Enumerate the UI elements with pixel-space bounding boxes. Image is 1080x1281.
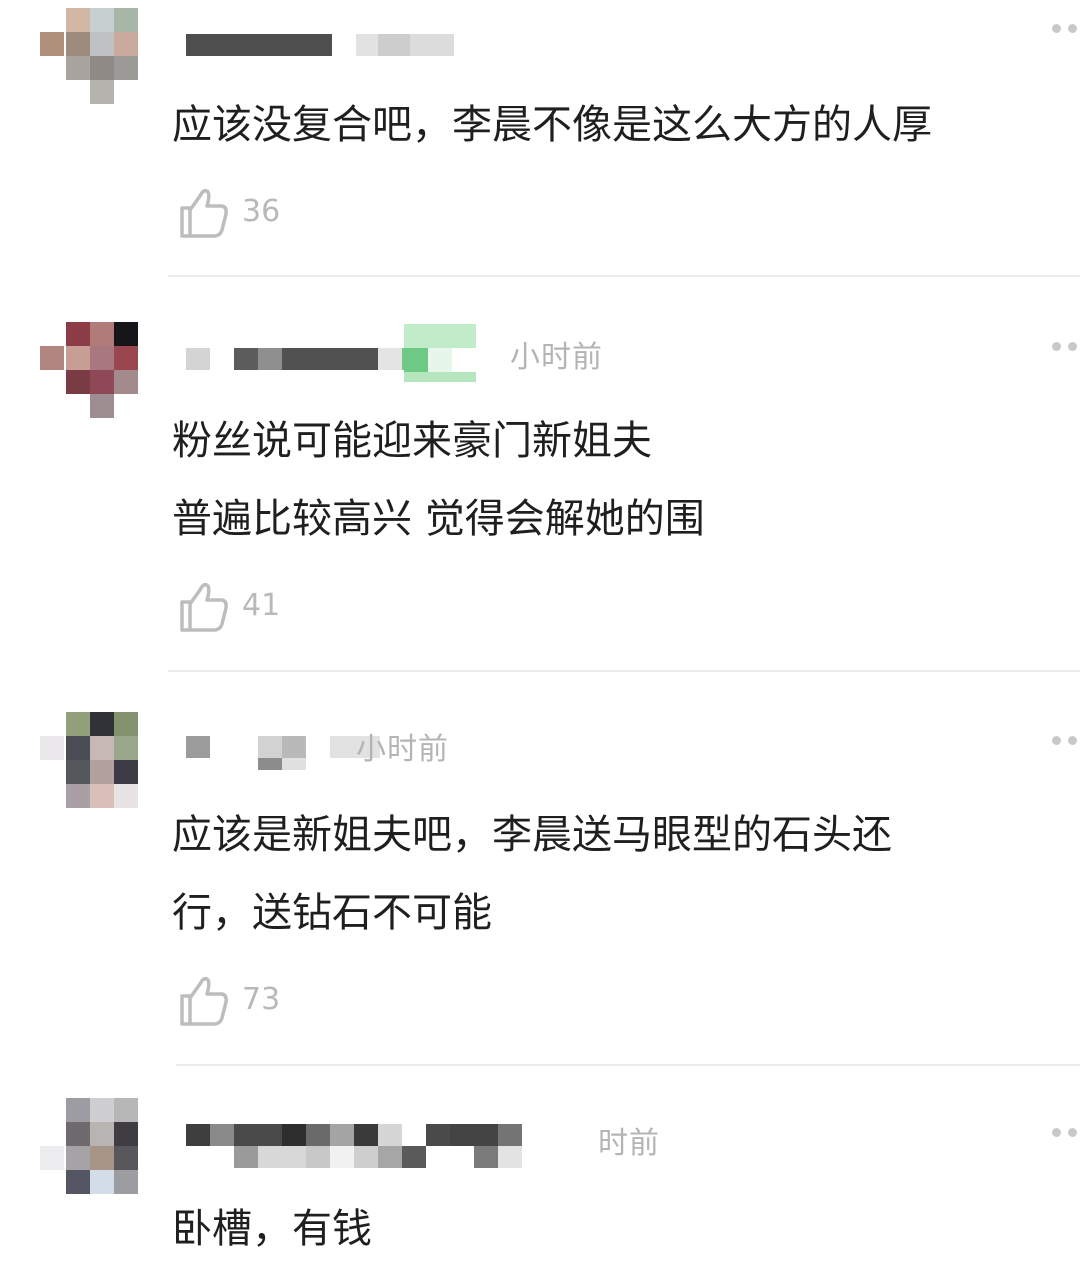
comment-text: 应该没复合吧，李晨不像是这么大方的人厚 — [172, 102, 932, 148]
divider — [168, 275, 1080, 277]
more-options-icon[interactable] — [1052, 24, 1080, 36]
like-button[interactable]: 41 — [176, 578, 316, 638]
like-button[interactable]: 36 — [176, 184, 316, 244]
like-count: 73 — [242, 982, 281, 1017]
divider — [168, 670, 1080, 672]
like-count: 41 — [242, 588, 281, 623]
thumbs-up-icon — [180, 188, 228, 238]
comment-text: 粉丝说可能迎来豪门新姐夫 普遍比较高兴 觉得会解她的围 — [172, 418, 705, 542]
username-redacted[interactable] — [186, 736, 336, 758]
comment-text: 卧槽，有钱 — [172, 1206, 372, 1252]
thumbs-up-icon — [180, 976, 228, 1026]
badge-redacted — [404, 324, 476, 384]
timestamp: 时前 — [598, 1126, 660, 1161]
more-options-icon[interactable] — [1052, 1128, 1080, 1140]
username-redacted-tail — [258, 758, 308, 770]
more-options-icon[interactable] — [1052, 736, 1080, 748]
like-count: 36 — [242, 194, 281, 229]
avatar[interactable] — [40, 8, 140, 108]
avatar[interactable] — [40, 322, 140, 422]
username-redacted[interactable] — [186, 1124, 526, 1146]
more-options-icon[interactable] — [1052, 342, 1080, 354]
avatar[interactable] — [40, 712, 140, 812]
like-button[interactable]: 73 — [176, 972, 316, 1032]
username-redacted-row2 — [186, 1146, 526, 1168]
thumbs-up-icon — [180, 582, 228, 632]
divider — [176, 1064, 1080, 1066]
avatar[interactable] — [40, 1098, 140, 1198]
comment-text: 应该是新姐夫吧，李晨送马眼型的石头还 行，送钻石不可能 — [172, 812, 892, 936]
timestamp: 小时前 — [510, 340, 603, 375]
username-redacted[interactable] — [186, 34, 486, 56]
timestamp: 小时前 — [356, 732, 449, 767]
